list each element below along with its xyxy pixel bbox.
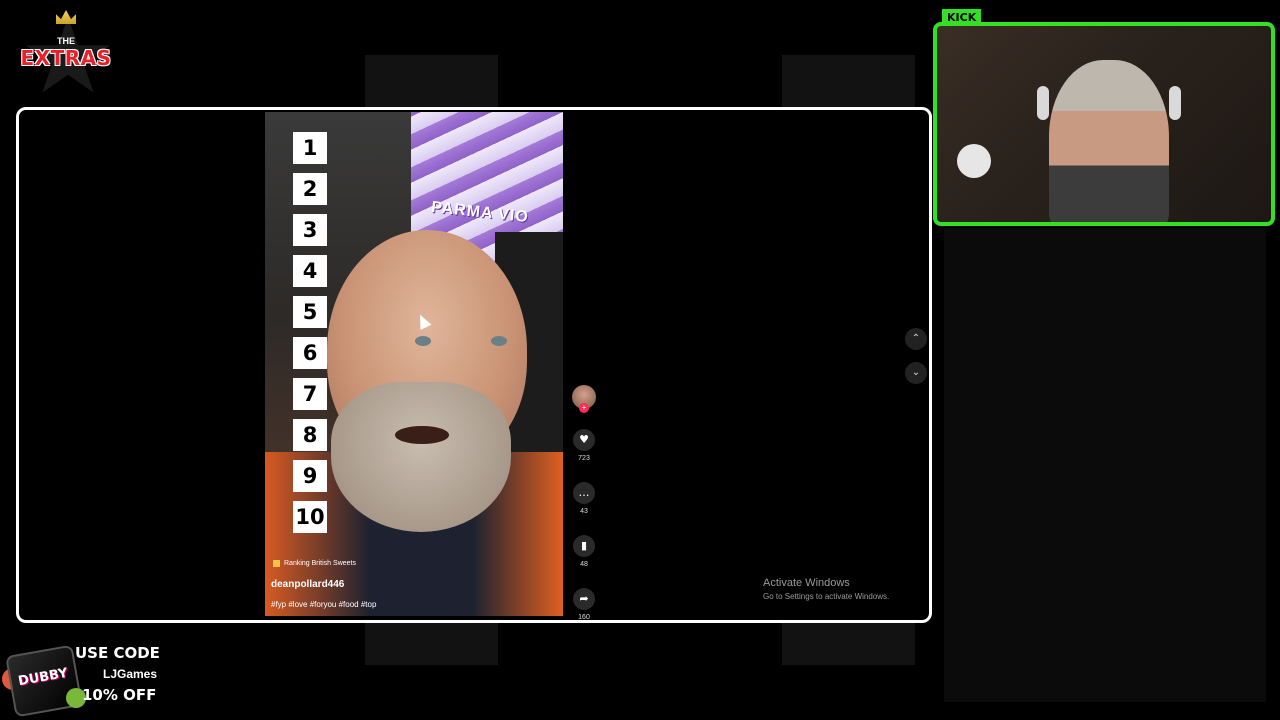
save-count: 48 bbox=[580, 561, 588, 568]
video-tag[interactable]: Ranking British Sweets bbox=[273, 560, 356, 567]
activate-windows-watermark: Activate Windows Go to Settings to activ… bbox=[763, 577, 889, 601]
follow-plus-icon[interactable]: + bbox=[579, 403, 589, 413]
activate-windows-title: Activate Windows bbox=[763, 577, 850, 589]
like-count: 723 bbox=[578, 455, 590, 462]
rank-box: 5 bbox=[293, 296, 327, 328]
rank-box: 4 bbox=[293, 255, 327, 287]
channel-logo: THE EXTRAS bbox=[18, 6, 114, 96]
video-tag-label: Ranking British Sweets bbox=[284, 560, 356, 567]
logo-extras: EXTRAS bbox=[20, 46, 112, 70]
background-panel-right bbox=[944, 228, 1266, 702]
rank-box: 9 bbox=[293, 460, 327, 492]
heart-icon[interactable]: ♥ bbox=[573, 429, 595, 451]
promo-discount: 10% OFF bbox=[82, 686, 157, 704]
promo-line1: USE CODE bbox=[75, 644, 160, 662]
sponsor-promo: DUBBY USE CODE LJGames 10% OFF bbox=[0, 622, 200, 720]
rank-box: 3 bbox=[293, 214, 327, 246]
share-count: 160 bbox=[578, 614, 590, 621]
rank-box: 10 bbox=[293, 501, 327, 533]
streamer bbox=[1049, 60, 1169, 222]
rank-list: 1 2 3 4 5 6 7 8 9 10 bbox=[293, 132, 327, 542]
like-action[interactable]: ♥ 723 bbox=[571, 429, 597, 462]
rank-box: 6 bbox=[293, 337, 327, 369]
comment-action[interactable]: … 43 bbox=[571, 482, 597, 515]
comment-count: 43 bbox=[580, 508, 588, 515]
comment-icon[interactable]: … bbox=[573, 482, 595, 504]
webcam-frame bbox=[933, 22, 1275, 226]
action-rail: + ♥ 723 … 43 ▮ 48 ➦ 160 bbox=[571, 385, 597, 621]
tiktok-video[interactable]: PARMA VIO 1 2 3 4 5 6 7 8 9 10 Ranking B… bbox=[265, 112, 563, 616]
rank-box: 1 bbox=[293, 132, 327, 164]
promo-code: LJGames bbox=[103, 667, 158, 681]
creator-avatar[interactable]: + bbox=[572, 385, 596, 413]
capture-frame: PARMA VIO 1 2 3 4 5 6 7 8 9 10 Ranking B… bbox=[16, 107, 932, 623]
logo-the: THE bbox=[57, 36, 75, 46]
microphone-icon bbox=[957, 144, 991, 178]
video-username[interactable]: deanpollard446 bbox=[271, 579, 344, 590]
previous-video-button[interactable]: ⌃ bbox=[905, 328, 927, 350]
activate-windows-subtitle: Go to Settings to activate Windows. bbox=[763, 592, 890, 601]
kick-badge: KICK bbox=[942, 9, 982, 26]
person-mouth bbox=[395, 426, 449, 444]
next-video-button[interactable]: ⌄ bbox=[905, 362, 927, 384]
left-eye bbox=[415, 336, 431, 346]
headphone-left-icon bbox=[1037, 86, 1049, 120]
save-action[interactable]: ▮ 48 bbox=[571, 535, 597, 568]
right-eye bbox=[491, 336, 507, 346]
tag-icon bbox=[273, 560, 280, 567]
share-action[interactable]: ➦ 160 bbox=[571, 588, 597, 621]
rank-box: 8 bbox=[293, 419, 327, 451]
rank-box: 7 bbox=[293, 378, 327, 410]
person-beard bbox=[331, 382, 511, 532]
bookmark-icon[interactable]: ▮ bbox=[573, 535, 595, 557]
crown-icon bbox=[56, 10, 76, 24]
video-hashtags[interactable]: #fyp #love #foryou #food #top bbox=[271, 600, 376, 609]
headphone-right-icon bbox=[1169, 86, 1181, 120]
rank-box: 2 bbox=[293, 173, 327, 205]
share-icon[interactable]: ➦ bbox=[573, 588, 595, 610]
